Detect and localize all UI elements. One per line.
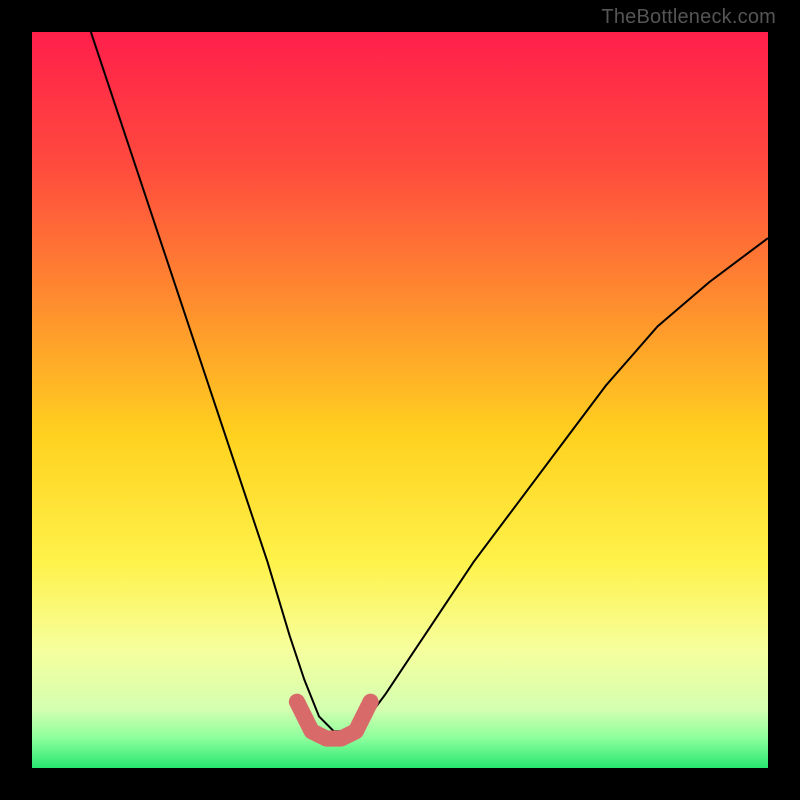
chart-frame: TheBottleneck.com (0, 0, 800, 800)
watermark-text: TheBottleneck.com (601, 6, 776, 29)
plot-area (32, 32, 768, 768)
highlight-segment (297, 702, 371, 739)
curve-layer (32, 32, 768, 768)
bottleneck-curve (91, 32, 768, 731)
